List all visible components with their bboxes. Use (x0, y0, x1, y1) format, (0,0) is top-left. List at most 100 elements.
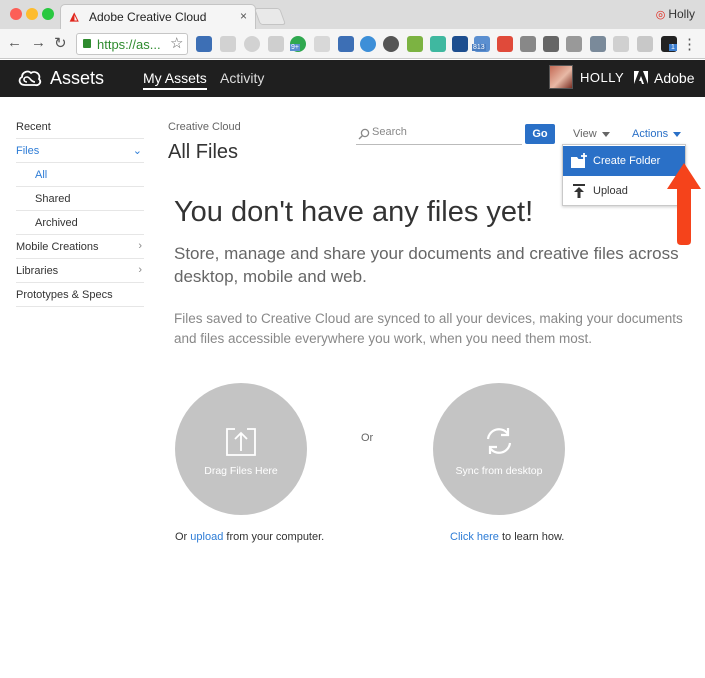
caption-text: Or (175, 531, 188, 543)
nav-activity[interactable]: Activity (220, 70, 264, 86)
extension-icon[interactable] (613, 36, 629, 52)
adobe-favicon-icon: ◭ (70, 11, 79, 23)
sidebar-item-label: Libraries (16, 265, 59, 277)
extension-info-icon[interactable] (383, 36, 399, 52)
extension-android-icon[interactable] (407, 36, 423, 52)
sync-icon (486, 428, 512, 454)
browser-tab[interactable]: ◭ Adobe Creative Cloud × (60, 4, 256, 29)
badge-count: 1 (669, 44, 677, 51)
sidebar-item-shared[interactable]: Shared (16, 187, 144, 211)
adobe-brand[interactable]: Adobe (654, 70, 694, 86)
sidebar-item-libraries[interactable]: Libraries › (16, 259, 144, 283)
sidebar-item-label: Archived (35, 217, 78, 229)
annotation-arrow-icon (667, 163, 701, 245)
sync-label: Sync from desktop (455, 465, 543, 477)
caret-down-icon (673, 131, 682, 137)
page-title: All Files (168, 141, 239, 163)
sidebar-item-all[interactable]: All (16, 163, 144, 187)
upload-file-icon (226, 428, 256, 456)
search-icon (358, 128, 370, 140)
chevron-right-icon: › (138, 240, 142, 252)
view-dropdown[interactable]: View (573, 128, 610, 140)
sync-desktop-zone[interactable]: Sync from desktop (433, 383, 565, 515)
user-avatar[interactable] (549, 65, 573, 89)
url-text: https://as... (97, 37, 161, 52)
extension-icon[interactable] (430, 36, 446, 52)
caret-down-icon (601, 131, 610, 137)
drag-drop-zone[interactable]: Drag Files Here (175, 383, 307, 515)
extension-icon[interactable] (338, 36, 354, 52)
badge-count: 813 (472, 44, 486, 51)
actions-dropdown[interactable]: Actions (632, 128, 682, 140)
actions-label: Actions (632, 128, 669, 140)
sidebar-item-files[interactable]: Files ⌄ (16, 139, 144, 163)
sidebar: Recent Files ⌄ All Shared Archived Mobile… (16, 115, 144, 307)
window-close-button[interactable] (10, 8, 22, 20)
extension-icon[interactable] (360, 36, 376, 52)
extension-icon[interactable] (520, 36, 536, 52)
reload-icon[interactable]: ↻ (54, 34, 67, 52)
profile-icon: ◎ (655, 9, 666, 21)
extension-badge-icon[interactable]: 813 (472, 36, 490, 52)
app-title: Assets (50, 68, 105, 88)
extension-icon[interactable] (590, 36, 606, 52)
user-name[interactable]: HOLLY (580, 70, 624, 85)
browser-toolbar: ← → ↻ https://as... ☆ 9+ 813 1 ⋮ (0, 29, 705, 59)
search-box (356, 125, 522, 145)
menu-item-label: Upload (593, 185, 628, 197)
extension-icon[interactable] (543, 36, 559, 52)
nav-my-assets[interactable]: My Assets (143, 70, 207, 90)
adobe-logo-icon (634, 71, 648, 84)
tab-close-icon[interactable]: × (240, 9, 247, 23)
sidebar-item-label: Mobile Creations (16, 241, 99, 253)
extension-gear-icon[interactable] (196, 36, 212, 52)
caption-text: from your computer. (226, 531, 325, 543)
upload-link[interactable]: upload (190, 531, 223, 543)
go-button[interactable]: Go (525, 124, 555, 144)
chevron-right-icon: › (138, 264, 142, 276)
extension-icon[interactable] (566, 36, 582, 52)
bookmark-star-icon[interactable]: ☆ (170, 34, 183, 52)
click-here-link[interactable]: Click here (450, 531, 499, 543)
extension-icon[interactable] (637, 36, 653, 52)
extension-badge-icon[interactable]: 9+ (290, 36, 306, 52)
back-arrow-icon[interactable]: ← (7, 34, 22, 51)
sidebar-item-label: Prototypes & Specs (16, 289, 113, 301)
drag-label: Drag Files Here (204, 465, 278, 477)
sidebar-item-label: Recent (16, 121, 51, 133)
tab-title: Adobe Creative Cloud (89, 10, 207, 24)
new-tab-button[interactable] (253, 8, 287, 25)
search-input[interactable] (372, 126, 520, 138)
sidebar-item-label: Files (16, 145, 40, 157)
extension-icon[interactable] (314, 36, 330, 52)
sidebar-item-recent[interactable]: Recent (16, 115, 144, 139)
sync-caption: Click here to learn how. (450, 531, 564, 543)
forward-arrow-icon[interactable]: → (31, 34, 46, 51)
app-header: Assets My Assets Activity HOLLY Adobe (0, 60, 705, 97)
folder-plus-icon (571, 153, 587, 168)
browser-menu-icon[interactable]: ⋮ (682, 35, 697, 53)
sidebar-item-archived[interactable]: Archived (16, 211, 144, 235)
breadcrumb[interactable]: Creative Cloud (168, 121, 241, 133)
extension-badge-icon[interactable]: 1 (661, 36, 677, 52)
chevron-down-icon: ⌄ (132, 145, 142, 157)
extension-icon[interactable] (268, 36, 284, 52)
upload-caption: Or upload from your computer. (175, 531, 324, 543)
extension-icon[interactable] (220, 36, 236, 52)
browser-tab-bar: ◭ Adobe Creative Cloud × ◎ Holly (0, 0, 705, 29)
empty-state-subtitle: Store, manage and share your documents a… (174, 244, 679, 286)
browser-profile[interactable]: ◎ Holly (656, 7, 695, 21)
empty-state-title: You don't have any files yet! (174, 196, 534, 228)
sidebar-item-prototypes-specs[interactable]: Prototypes & Specs (16, 283, 144, 307)
window-maximize-button[interactable] (42, 8, 54, 20)
window-minimize-button[interactable] (26, 8, 38, 20)
sidebar-item-mobile-creations[interactable]: Mobile Creations › (16, 235, 144, 259)
sidebar-item-label: Shared (35, 193, 71, 205)
extension-icon[interactable] (244, 36, 260, 52)
extension-icon[interactable] (497, 36, 513, 52)
or-separator: Or (361, 432, 374, 444)
creative-cloud-logo-icon[interactable] (16, 67, 42, 89)
caption-text: to learn how. (501, 531, 565, 543)
upload-icon (573, 184, 585, 198)
extension-z-icon[interactable] (452, 36, 468, 52)
